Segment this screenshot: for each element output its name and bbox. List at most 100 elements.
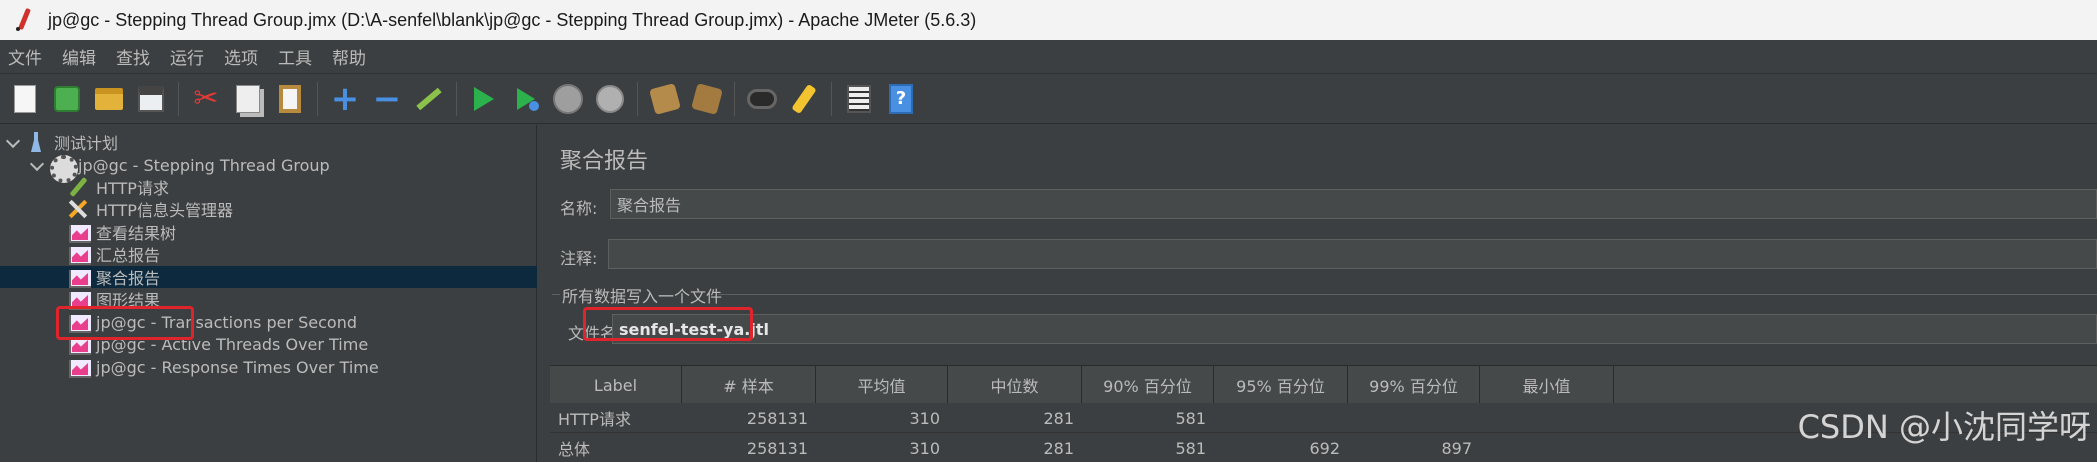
stop-button[interactable] [553, 83, 583, 115]
toolbar-separator [637, 81, 638, 116]
cell-label: 总体 [558, 440, 591, 459]
shutdown-icon [596, 84, 624, 113]
cut-icon: ✂ [193, 80, 219, 116]
tree-item-response-times[interactable]: jp@gc - Response Times Over Time [0, 356, 537, 378]
templates-button[interactable] [52, 83, 82, 115]
toggle-button[interactable] [414, 83, 444, 115]
cell-samples: 258131 [746, 408, 808, 428]
help-button[interactable]: ? [886, 83, 916, 115]
chevron-down-icon[interactable] [30, 158, 44, 172]
test-plan-tree: 测试计划 jp@gc - Stepping Thread Group HTTP请… [0, 125, 537, 462]
cell-median: 281 [1043, 438, 1074, 458]
tree-item-header-manager[interactable]: HTTP信息头管理器 [0, 198, 537, 220]
start-icon [474, 86, 494, 111]
comment-label: 注释: [560, 249, 598, 268]
new-icon [14, 84, 36, 113]
tree-item-thread-group[interactable]: jp@gc - Stepping Thread Group [0, 154, 537, 183]
collapse-icon: − [372, 78, 402, 119]
start-no-timers-button[interactable] [511, 83, 541, 115]
function-helper-button[interactable] [844, 83, 874, 115]
tree-item-label: 测试计划 [54, 134, 119, 153]
name-field[interactable]: 聚合报告 [610, 189, 2097, 219]
menu-file[interactable]: 文件 [8, 44, 42, 69]
tree-item-label: jp@gc - Stepping Thread Group [78, 155, 330, 175]
help-icon: ? [889, 83, 913, 114]
menu-search[interactable]: 查找 [116, 44, 150, 69]
cell-median: 281 [1043, 408, 1074, 428]
tree-item-view-results-tree[interactable]: 查看结果树 [0, 221, 537, 243]
column-header-p95[interactable]: 95% 百分位 [1214, 366, 1348, 404]
clear-all-button[interactable] [691, 82, 723, 115]
toolbar-separator [178, 81, 179, 116]
table-header: Label # 样本 平均值 中位数 90% 百分位 95% 百分位 99% 百… [550, 365, 2097, 404]
menu-run[interactable]: 运行 [170, 44, 204, 69]
search-icon [747, 88, 777, 109]
menu-edit[interactable]: 编辑 [62, 44, 96, 69]
start-button[interactable] [469, 83, 499, 115]
menu-bar: 文件 编辑 查找 运行 选项 工具 帮助 [0, 40, 2097, 74]
cell-average: 310 [909, 438, 940, 458]
cell-p90: 581 [1175, 408, 1206, 428]
paste-button[interactable] [275, 83, 305, 115]
open-button[interactable] [94, 83, 124, 115]
shutdown-button[interactable] [595, 83, 625, 115]
group-border [552, 294, 560, 295]
tree-item-test-plan[interactable]: 测试计划 [0, 131, 537, 153]
open-icon [95, 87, 123, 110]
cell-p95: 692 [1309, 438, 1340, 458]
copy-button[interactable] [233, 83, 263, 115]
column-header-p90[interactable]: 90% 百分位 [1082, 366, 1214, 404]
new-button[interactable] [10, 83, 40, 115]
toolbar-separator [317, 81, 318, 116]
menu-options[interactable]: 选项 [224, 44, 258, 69]
chevron-down-icon[interactable] [6, 135, 20, 149]
clear-all-icon [691, 82, 723, 115]
expand-icon: + [330, 78, 360, 119]
watermark: CSDN @小沈同学呀 [1797, 408, 2091, 446]
menu-help[interactable]: 帮助 [332, 44, 366, 69]
cell-p99 [1348, 403, 1480, 433]
page-title: 聚合报告 [560, 149, 649, 174]
menu-tools[interactable]: 工具 [278, 44, 312, 69]
collapse-button[interactable]: − [372, 78, 402, 119]
column-header-min[interactable]: 最小值 [1480, 366, 1614, 404]
toolbar-separator [831, 81, 832, 116]
tree-item-label: 汇总报告 [96, 246, 161, 265]
config-icon [68, 199, 90, 219]
cell-samples: 258131 [746, 438, 808, 458]
tree-item-label: 聚合报告 [96, 269, 161, 288]
filename-field[interactable]: senfel-test-ya.jtl [612, 314, 2097, 344]
cut-button[interactable]: ✂ [191, 83, 221, 115]
copy-icon [236, 84, 260, 113]
column-header-average[interactable]: 平均值 [816, 366, 948, 404]
save-icon [138, 85, 164, 112]
highlight-box [583, 307, 753, 341]
reset-search-icon [791, 83, 817, 114]
column-header-samples[interactable]: # 样本 [682, 366, 816, 404]
column-header-p99[interactable]: 99% 百分位 [1348, 366, 1480, 404]
stop-icon [553, 83, 583, 114]
tree-item-summary-report[interactable]: 汇总报告 [0, 243, 537, 265]
reset-search-button[interactable] [789, 83, 819, 115]
tree-item-label: HTTP请求 [96, 179, 169, 198]
save-button[interactable] [136, 83, 166, 115]
clear-button[interactable] [649, 82, 681, 115]
window-title: jp@gc - Stepping Thread Group.jmx (D:\A-… [48, 9, 977, 30]
search-button[interactable] [747, 83, 777, 115]
toolbar: ✂ + − ? [0, 74, 2097, 124]
tree-item-http-request[interactable]: HTTP请求 [0, 176, 537, 198]
column-header-median[interactable]: 中位数 [948, 366, 1082, 404]
cell-p90: 581 [1175, 438, 1206, 458]
cell-p95 [1214, 403, 1348, 433]
comment-field[interactable] [608, 239, 2097, 269]
clear-icon [649, 82, 681, 115]
tree-item-label: HTTP信息头管理器 [96, 201, 233, 220]
column-header-label[interactable]: Label [550, 366, 682, 404]
group-border [718, 294, 2097, 295]
expand-button[interactable]: + [330, 78, 360, 119]
cell-average: 310 [909, 408, 940, 428]
toggle-icon [416, 87, 442, 110]
tree-item-aggregate-report[interactable]: 聚合报告 [0, 266, 537, 288]
templates-icon [54, 85, 80, 112]
thread-group-icon [50, 155, 78, 183]
